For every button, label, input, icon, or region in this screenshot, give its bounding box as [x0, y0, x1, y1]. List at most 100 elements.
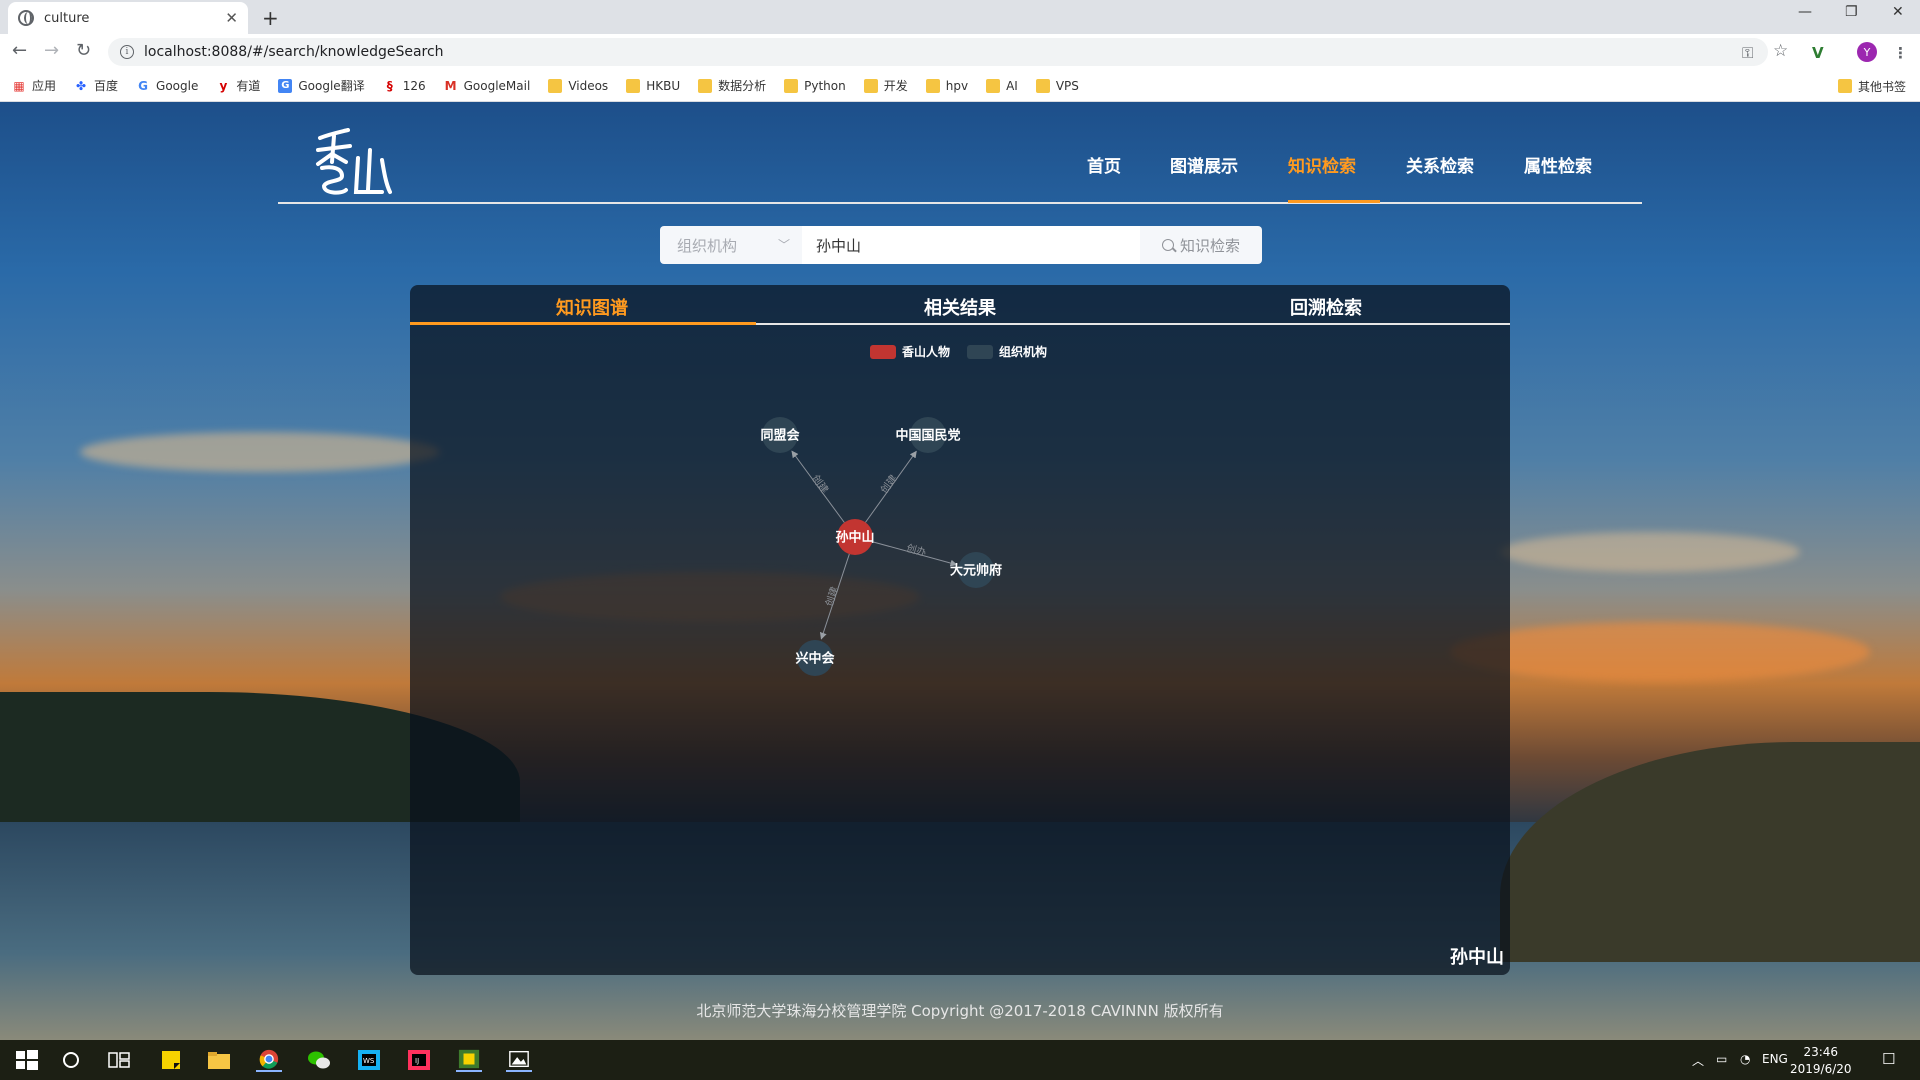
knowledge-graph[interactable]: 创建 创建创办创建 孙中山同盟会 中国国民党大元帅府兴中会	[410, 325, 1510, 975]
folder-icon	[548, 78, 563, 93]
svg-text:WS: WS	[363, 1057, 375, 1065]
site-logo[interactable]	[312, 128, 392, 200]
webstorm-icon[interactable]: WS	[356, 1048, 382, 1072]
url-text: localhost:8088/#/search/knowledgeSearch	[144, 44, 444, 60]
folder-icon	[1837, 79, 1852, 93]
bookmark-item[interactable]: ✤ 百度	[74, 77, 118, 94]
system-clock[interactable]: 23:46 2019/6/20	[1790, 1044, 1852, 1078]
background-cloud	[1450, 622, 1870, 682]
bookmark-folder[interactable]: AI	[986, 78, 1018, 93]
notification-icon[interactable]: ☐	[1882, 1050, 1895, 1068]
folder-icon	[698, 78, 713, 93]
windows-start-icon[interactable]	[14, 1048, 40, 1072]
nav-knowledge-search[interactable]: 知识检索	[1288, 152, 1356, 177]
browser-toolbar: ← → ↻ i localhost:8088/#/search/knowledg…	[0, 34, 1920, 70]
svg-text:IJ: IJ	[415, 1057, 419, 1065]
new-tab-button[interactable]: +	[262, 6, 279, 30]
other-bookmarks-folder[interactable]: 其他书签	[1837, 78, 1906, 95]
back-icon[interactable]: ←	[12, 40, 27, 61]
forward-icon[interactable]: →	[44, 40, 59, 61]
sticky-notes-icon[interactable]	[158, 1048, 184, 1072]
site-info-icon[interactable]: i	[120, 45, 134, 59]
folder-icon	[1035, 78, 1050, 93]
graph-edge-label: 创建	[878, 472, 900, 496]
bookmark-folder[interactable]: HKBU	[626, 78, 680, 93]
browser-tab[interactable]: culture ✕	[8, 2, 248, 34]
tab-knowledge-graph[interactable]: 知识图谱	[556, 294, 628, 320]
category-select-value: 组织机构	[677, 236, 738, 255]
translate-icon: G	[278, 78, 293, 93]
graph-node[interactable]: 孙中山	[835, 519, 875, 555]
battery-icon[interactable]: ▭	[1716, 1052, 1727, 1066]
wechat-icon[interactable]	[306, 1048, 332, 1072]
nav-home[interactable]: 首页	[1087, 152, 1121, 177]
chrome-icon[interactable]	[256, 1048, 282, 1072]
app-icon[interactable]	[456, 1048, 482, 1072]
graph-node[interactable]: 中国国民党	[895, 417, 961, 453]
result-panel: 知识图谱 相关结果 回溯检索 香山人物 组织机构 创建 创建 创办 创建 孙中山 同盟会…	[410, 285, 1510, 975]
bookmark-folder[interactable]: Videos	[548, 78, 608, 93]
search-input[interactable]	[802, 226, 1140, 264]
netease-icon: §	[386, 78, 393, 93]
file-explorer-icon[interactable]	[206, 1048, 232, 1072]
bookmark-folder[interactable]: 开发	[863, 77, 908, 94]
menu-icon[interactable]: ⋮	[1893, 44, 1908, 62]
restore-icon[interactable]: ❐	[1845, 4, 1858, 20]
wifi-icon[interactable]: ◔	[1740, 1052, 1750, 1066]
knowledge-search-button[interactable]: 知识检索	[1140, 226, 1262, 264]
folder-icon	[784, 78, 799, 93]
bookmark-item[interactable]: G Google翻译	[278, 77, 365, 94]
nav-attribute-search[interactable]: 属性检索	[1524, 152, 1592, 177]
graph-edge-label: 创办	[905, 541, 928, 559]
reload-icon[interactable]: ↻	[76, 40, 91, 61]
bookmark-item[interactable]: § 126	[383, 79, 426, 93]
bookmark-folder[interactable]: hpv	[925, 78, 968, 93]
graph-node-label: 同盟会	[760, 428, 800, 444]
intellij-icon[interactable]: IJ	[406, 1048, 432, 1072]
graph-node-label: 孙中山	[835, 530, 874, 546]
clock-date: 2019/6/20	[1790, 1062, 1852, 1076]
nav-graph-display[interactable]: 图谱展示	[1170, 152, 1238, 177]
graph-edge-label: 创建	[809, 472, 831, 496]
minimize-icon[interactable]: —	[1798, 4, 1812, 20]
tab-backtrack-search[interactable]: 回溯检索	[1290, 294, 1362, 320]
search-icon	[1161, 239, 1174, 251]
bookmark-item[interactable]: y 有道	[216, 77, 260, 94]
folder-icon	[863, 78, 878, 93]
tab-related-results[interactable]: 相关结果	[924, 294, 996, 320]
bookmark-item[interactable]: ▦ 应用	[12, 77, 56, 94]
bookmark-folder[interactable]: VPS	[1035, 78, 1079, 93]
clock-time: 23:46	[1803, 1045, 1839, 1059]
background-cloud	[80, 432, 440, 472]
tab-title: culture	[44, 10, 90, 26]
nav-relation-search[interactable]: 关系检索	[1406, 152, 1474, 177]
photos-icon[interactable]	[506, 1048, 532, 1072]
cortana-icon[interactable]	[58, 1048, 84, 1072]
window-close-icon[interactable]: ✕	[1892, 4, 1904, 20]
graph-node[interactable]: 大元帅府	[950, 552, 1002, 588]
background-cloud	[1500, 532, 1800, 572]
folder-icon	[626, 78, 641, 93]
footer-copyright: 北京师范大学珠海分校管理学院 Copyright @2017-2018 CAVI…	[696, 1002, 1224, 1020]
graph-node[interactable]: 兴中会	[795, 640, 835, 676]
bookmark-folder[interactable]: Python	[784, 78, 846, 93]
bookmark-star-icon[interactable]: ☆	[1773, 41, 1788, 61]
graph-node[interactable]: 同盟会	[760, 417, 800, 453]
baidu-icon: ✤	[75, 78, 87, 93]
bookmark-item[interactable]: M GoogleMail	[444, 79, 531, 93]
address-bar[interactable]: i localhost:8088/#/search/knowledgeSearc…	[108, 38, 1768, 66]
graph-node-label: 大元帅府	[950, 563, 1002, 579]
search-button-label: 知识检索	[1179, 236, 1240, 255]
extension-icon[interactable]: V	[1812, 44, 1824, 62]
category-select[interactable]: 组织机构 ﹀	[660, 226, 802, 264]
globe-icon	[18, 10, 34, 26]
task-view-icon[interactable]	[106, 1048, 132, 1072]
close-tab-icon[interactable]: ✕	[225, 9, 238, 27]
tray-chevron-icon[interactable]: ︿	[1692, 1052, 1704, 1069]
input-language[interactable]: ENG	[1762, 1052, 1788, 1066]
header-divider	[278, 202, 1642, 204]
key-icon[interactable]: ⚿	[1742, 44, 1753, 62]
bookmark-folder[interactable]: 数据分析	[698, 77, 766, 94]
bookmark-item[interactable]: G Google	[136, 79, 198, 93]
profile-avatar[interactable]: Y	[1857, 42, 1877, 62]
